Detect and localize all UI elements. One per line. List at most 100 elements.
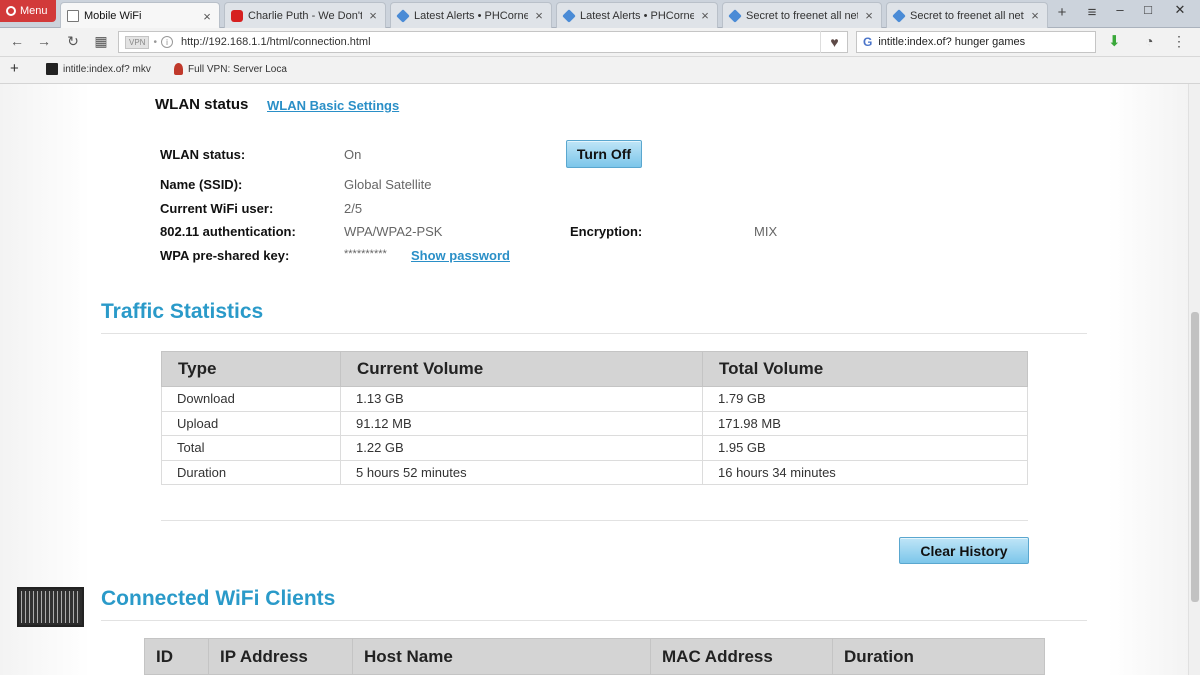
turn-off-button[interactable]: Turn Off [566, 140, 642, 168]
table-header-row: ID IP Address Host Name MAC Address Dura… [144, 638, 1045, 675]
bookmark-full-vpn[interactable]: Full VPN: Server Loca [174, 63, 287, 75]
address-bar[interactable]: VPN • i http://192.168.1.1/html/connecti… [118, 31, 848, 53]
table-row: Duration 5 hours 52 minutes 16 hours 34 … [161, 459, 1028, 485]
page-margin-right [1108, 84, 1188, 675]
table-cell: Total [161, 435, 341, 461]
menu-label: Menu [20, 5, 48, 17]
close-tab-icon[interactable]: × [863, 8, 875, 23]
bookmark-heart-icon[interactable]: ♥ [820, 31, 848, 53]
connected-clients-title: Connected WiFi Clients [101, 587, 336, 610]
col-mac-address: MAC Address [650, 638, 833, 675]
phcorner-icon [892, 8, 906, 23]
url-text[interactable]: http://192.168.1.1/html/connection.html [181, 36, 371, 48]
table-cell: 5 hours 52 minutes [340, 459, 703, 485]
vpn-badge[interactable]: VPN [125, 35, 150, 49]
ssid-value: Global Satellite [344, 177, 432, 192]
close-tab-icon[interactable]: × [201, 9, 213, 24]
scrollbar-thumb[interactable] [1191, 312, 1199, 602]
table-cell: 171.98 MB [702, 410, 1028, 436]
tab-title: Latest Alerts • PHCorner [414, 9, 528, 22]
col-duration: Duration [832, 638, 1045, 675]
encryption-label: Encryption: [570, 224, 643, 239]
vpn-favicon-icon [174, 63, 183, 75]
wlan-status-heading: WLAN status [155, 96, 249, 113]
wifi-users-value: 2/5 [344, 201, 363, 216]
tab-phcorner-2[interactable]: Latest Alerts • PHCorner × [556, 2, 718, 28]
speed-dial-grid-icon[interactable]: ▦ [92, 33, 110, 50]
search-text[interactable]: intitle:index.of? hunger games [878, 36, 1025, 48]
table-row: Total 1.22 GB 1.95 GB [161, 435, 1028, 461]
table-cell: 91.12 MB [340, 410, 703, 436]
clear-history-button[interactable]: Clear History [899, 537, 1029, 564]
speed-meter-icon[interactable]: ◔ [1145, 33, 1153, 49]
site-info-icon[interactable]: i [160, 36, 173, 48]
wifi-clients-grid-icon [17, 587, 84, 627]
table-cell: 1.22 GB [340, 435, 703, 461]
tab-charlie-puth[interactable]: Charlie Puth - We Don't T × [224, 2, 386, 28]
more-menu-icon[interactable]: ⋮ [1172, 33, 1186, 50]
tab-phcorner-1[interactable]: Latest Alerts • PHCorner × [390, 2, 552, 28]
encryption-value: MIX [754, 224, 778, 239]
traffic-statistics-title: Traffic Statistics [101, 300, 264, 323]
wlan-basic-settings-link[interactable]: WLAN Basic Settings [267, 98, 399, 113]
show-password-link[interactable]: Show password [411, 248, 510, 263]
bookmarks-bar: + intitle:index.of? mkv Full VPN: Server… [0, 57, 1200, 84]
table-row: Upload 91.12 MB 171.98 MB [161, 410, 1028, 436]
wlan-status-value: On [344, 147, 362, 162]
search-field[interactable]: G intitle:index.of? hunger games [856, 31, 1096, 53]
table-row: Download 1.13 GB 1.79 GB [161, 386, 1028, 412]
col-current-volume: Current Volume [340, 351, 703, 387]
section-divider [101, 333, 1087, 334]
tab-title: Charlie Puth - We Don't T [248, 9, 362, 22]
page-scrollbar[interactable] [1188, 84, 1200, 675]
section-divider [101, 620, 1087, 621]
tab-title: Secret to freenet all netw [746, 9, 858, 22]
bookmark-label: intitle:index.of? mkv [63, 63, 151, 75]
site-favicon-icon [46, 63, 58, 75]
close-tab-icon[interactable]: × [1029, 8, 1041, 23]
browser-window: Menu Mobile WiFi × Charlie Puth - We Don… [0, 0, 1200, 675]
page-viewport: WLAN status WLAN Basic Settings WLAN sta… [0, 84, 1188, 675]
browser-menu-button[interactable]: Menu [0, 0, 56, 22]
maximize-icon[interactable]: □ [1136, 2, 1160, 20]
auth-label: 802.11 authentication: [160, 224, 296, 239]
bookmark-mkv[interactable]: intitle:index.of? mkv [46, 63, 151, 75]
tab-menu-icon[interactable]: ≡ [1082, 4, 1102, 21]
close-tab-icon[interactable]: × [367, 8, 379, 23]
back-arrow-icon[interactable]: ← [8, 33, 26, 49]
google-icon: G [863, 35, 873, 49]
table-cell: 1.79 GB [702, 386, 1028, 412]
tab-strip: Menu Mobile WiFi × Charlie Puth - We Don… [0, 0, 1200, 29]
tab-mobile-wifi[interactable]: Mobile WiFi × [60, 2, 220, 29]
youtube-icon [231, 9, 243, 22]
col-ip-address: IP Address [208, 638, 353, 675]
close-tab-icon[interactable]: × [699, 8, 711, 23]
table-header-row: Type Current Volume Total Volume [161, 351, 1028, 387]
new-tab-icon[interactable]: + [1052, 4, 1072, 21]
col-host-name: Host Name [352, 638, 651, 675]
minimize-icon[interactable]: – [1108, 2, 1132, 20]
page-icon [67, 10, 79, 22]
add-bookmark-icon[interactable]: + [10, 60, 19, 77]
col-total-volume: Total Volume [702, 351, 1028, 387]
section-divider [161, 520, 1028, 521]
close-tab-icon[interactable]: × [533, 8, 545, 23]
forward-arrow-icon[interactable]: → [35, 33, 53, 49]
tab-freenet-2[interactable]: Secret to freenet all netw × [886, 2, 1048, 28]
separator-dot-icon: • [153, 36, 157, 48]
tab-freenet-1[interactable]: Secret to freenet all netw × [722, 2, 882, 28]
phcorner-icon [562, 8, 576, 23]
table-cell: Download [161, 386, 341, 412]
tab-title: Mobile WiFi [84, 10, 142, 22]
table-cell: 1.95 GB [702, 435, 1028, 461]
reload-icon[interactable]: ↻ [64, 33, 82, 50]
col-id: ID [144, 638, 209, 675]
auth-value: WPA/WPA2-PSK [344, 224, 443, 239]
opera-logo-icon [6, 6, 16, 16]
connected-clients-table: ID IP Address Host Name MAC Address Dura… [144, 638, 1045, 675]
table-cell: Duration [161, 459, 341, 485]
close-window-icon[interactable]: ✕ [1168, 2, 1192, 20]
phcorner-icon [728, 8, 742, 23]
download-icon[interactable]: ⬇ [1108, 32, 1121, 50]
address-toolbar: ← → ↻ ▦ VPN • i http://192.168.1.1/html/… [0, 28, 1200, 57]
